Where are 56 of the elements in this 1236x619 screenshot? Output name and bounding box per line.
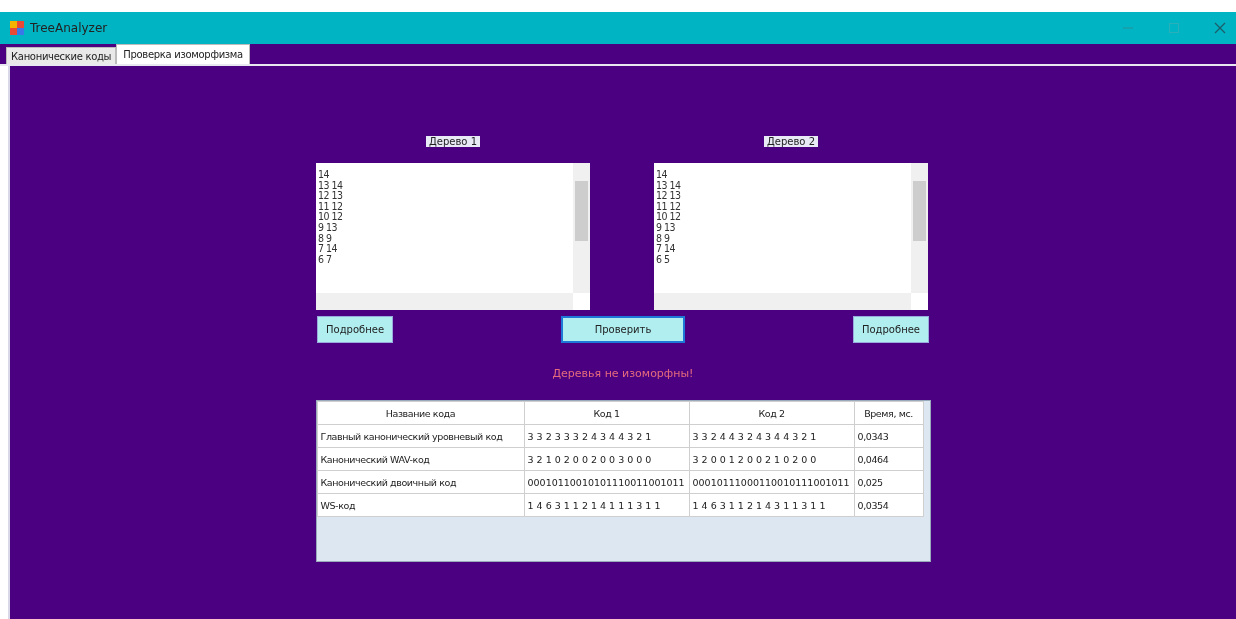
close-icon[interactable]	[1214, 22, 1226, 34]
tab[interactable]: Проверка изоморфизма	[116, 44, 250, 64]
table-cell: 00010111000110010111001011	[689, 470, 854, 494]
edge-line: 10 12	[318, 211, 344, 222]
table-cell: Канонический WAV-код	[317, 447, 524, 471]
tree-label: Дерево 1	[426, 136, 480, 147]
edge-line: 13 14	[318, 179, 344, 191]
table-cell: 0,0343	[854, 424, 923, 448]
table-cell: 1 4 6 3 1 1 2 1 4 3 1 1 3 1 1	[689, 493, 854, 517]
edge-line: 12 13	[318, 190, 344, 201]
edge-line: 10 12	[656, 211, 682, 222]
table-cell: Главный канонический уровневый код	[317, 424, 524, 448]
horizontal-scrollbar[interactable]	[316, 293, 573, 310]
table-cell: 3 3 2 4 4 3 2 4 3 4 4 3 2 1	[689, 424, 854, 448]
table-cell: 0,0464	[854, 447, 923, 471]
table-cell: 1 4 6 3 1 1 2 1 4 1 1 1 3 1 1	[524, 493, 689, 517]
edge-line: 11 12	[318, 200, 344, 212]
vertical-scrollbar[interactable]	[911, 163, 928, 293]
edge-line: 6 5	[656, 253, 671, 265]
edge-line: 13 14	[656, 179, 682, 191]
table-cell: WS-код	[317, 493, 524, 517]
table-cell: 3 2 0 0 1 2 0 0 2 1 0 2 0 0	[689, 447, 854, 471]
edge-line: 9 13	[656, 221, 677, 233]
edge-line: 7 14	[318, 243, 339, 254]
maximize-icon[interactable]	[1168, 22, 1180, 34]
column-header: Код 1	[524, 401, 689, 425]
result-message: Деревья не изоморфны!	[552, 367, 694, 380]
edge-line: 8 9	[656, 232, 671, 244]
tree-label: Дерево 2	[764, 136, 818, 147]
table-cell: 3 3 2 3 3 3 2 4 3 4 4 3 2 1	[524, 424, 689, 448]
details-button[interactable]: Подробнее	[317, 316, 394, 343]
edge-line: 7 14	[656, 243, 677, 254]
edge-list-field[interactable]: 14 13 14 12 13 11 12 10 12 9 13 8 9 7 14 6 7	[316, 163, 590, 310]
table-cell: Канонический двоичный код	[317, 470, 524, 494]
window-title: TreeAnalyzer	[30, 21, 108, 35]
edge-line: 12 13	[656, 190, 682, 201]
column-header: Название кода	[317, 401, 524, 425]
edge-line: 14	[656, 169, 669, 180]
app-icon	[10, 21, 24, 35]
horizontal-scrollbar[interactable]	[654, 293, 911, 310]
edge-line: 11 12	[656, 200, 682, 212]
vertical-scrollbar[interactable]	[573, 163, 590, 293]
table-cell: 0,0354	[854, 493, 923, 517]
edge-line: 9 13	[318, 221, 339, 233]
check-button[interactable]: Проверить	[561, 316, 685, 343]
table-cell: 3 2 1 0 2 0 0 2 0 0 3 0 0 0	[524, 447, 689, 471]
column-header: Код 2	[689, 401, 854, 425]
edge-line: 6 7	[318, 253, 333, 265]
table-cell: 00010110010101110011001011	[524, 470, 689, 494]
tab[interactable]: Канонические коды	[6, 47, 117, 64]
details-button[interactable]: Подробнее	[852, 316, 929, 343]
column-header: Время, мс.	[854, 401, 923, 425]
table-cell: 0,025	[854, 470, 923, 494]
edge-list-field[interactable]: 14 13 14 12 13 11 12 10 12 9 13 8 9 7 14 6 5	[654, 163, 928, 310]
edge-line: 14	[318, 169, 331, 180]
edge-line: 8 9	[318, 232, 333, 244]
